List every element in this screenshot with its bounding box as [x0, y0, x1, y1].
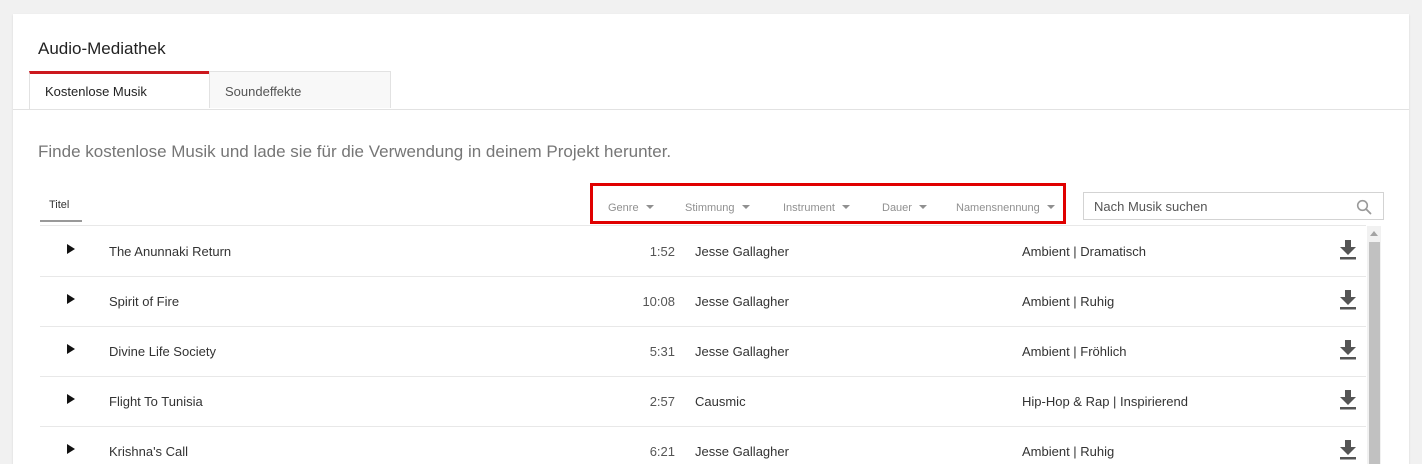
search-box — [1083, 192, 1384, 220]
filter-genre[interactable]: Genre — [608, 202, 654, 214]
track-row[interactable]: Krishna's Call 6:21 Jesse Gallagher Ambi… — [40, 426, 1366, 464]
track-artist[interactable]: Jesse Gallagher — [695, 344, 789, 359]
caret-down-icon — [841, 205, 850, 209]
track-artist[interactable]: Jesse Gallagher — [695, 244, 789, 259]
track-title: Spirit of Fire — [109, 294, 180, 309]
download-icon[interactable] — [1339, 440, 1357, 460]
scrollbar-thumb[interactable] — [1369, 242, 1380, 464]
tab-sound-effects[interactable]: Soundeffekte — [209, 71, 391, 108]
play-icon[interactable] — [67, 394, 75, 404]
filter-instrument[interactable]: Instrument — [783, 202, 850, 214]
track-duration: 6:21 — [649, 444, 675, 459]
track-artist[interactable]: Jesse Gallagher — [695, 444, 789, 459]
tab-divider — [13, 109, 1409, 110]
tab-bar: Kostenlose Musik Soundeffekte — [29, 71, 1409, 110]
caret-down-icon — [741, 205, 750, 209]
track-genre: Ambient | Fröhlich — [1022, 344, 1127, 359]
track-title: The Anunnaki Return — [109, 244, 232, 259]
filter-attribution-label: Namensnennung — [956, 202, 1040, 214]
scroll-up-arrow-icon[interactable] — [1370, 231, 1378, 236]
filter-duration-label: Dauer — [882, 202, 912, 214]
caret-down-icon — [645, 205, 654, 209]
play-icon[interactable] — [67, 344, 75, 354]
filter-duration[interactable]: Dauer — [882, 202, 927, 214]
track-title: Divine Life Society — [109, 344, 216, 359]
column-header-title[interactable]: Titel — [40, 192, 82, 222]
scrollbar[interactable] — [1367, 226, 1381, 464]
page-subtitle: Finde kostenlose Musik und lade sie für … — [38, 142, 672, 161]
download-icon[interactable] — [1339, 290, 1357, 310]
track-duration: 5:31 — [649, 344, 675, 359]
track-duration: 1:52 — [649, 244, 675, 259]
track-artist[interactable]: Jesse Gallagher — [695, 294, 789, 309]
filter-instrument-label: Instrument — [783, 202, 835, 214]
filter-bar: Genre Stimmung Instrument Dauer Namensne… — [590, 183, 1066, 224]
download-icon[interactable] — [1339, 390, 1357, 410]
search-input[interactable] — [1084, 193, 1364, 219]
track-row[interactable]: Flight To Tunisia 2:57 Causmic Hip-Hop &… — [40, 376, 1366, 427]
track-row[interactable]: Divine Life Society 5:31 Jesse Gallagher… — [40, 326, 1366, 377]
track-title: Krishna's Call — [109, 444, 189, 459]
audio-library-card: Audio-Mediathek Kostenlose Musik Soundef… — [13, 14, 1409, 464]
caret-down-icon — [1046, 205, 1055, 209]
track-title: Flight To Tunisia — [109, 394, 203, 409]
filter-mood[interactable]: Stimmung — [685, 202, 750, 214]
play-icon[interactable] — [67, 444, 75, 454]
track-duration: 10:08 — [642, 294, 675, 309]
track-genre: Ambient | Dramatisch — [1022, 244, 1147, 259]
play-icon[interactable] — [67, 294, 75, 304]
download-icon[interactable] — [1339, 340, 1357, 360]
caret-down-icon — [918, 205, 927, 209]
filter-genre-label: Genre — [608, 202, 639, 214]
track-artist[interactable]: Causmic — [695, 394, 746, 409]
track-row[interactable]: The Anunnaki Return 1:52 Jesse Gallagher… — [40, 226, 1366, 277]
filter-attribution[interactable]: Namensnennung — [956, 202, 1055, 214]
download-icon[interactable] — [1339, 240, 1357, 260]
track-genre: Hip-Hop & Rap | Inspirierend — [1022, 394, 1188, 409]
track-genre: Ambient | Ruhig — [1022, 444, 1115, 459]
track-genre: Ambient | Ruhig — [1022, 294, 1115, 309]
column-header-title-label: Titel — [49, 199, 70, 211]
search-icon[interactable] — [1356, 199, 1372, 215]
track-row[interactable]: Spirit of Fire 10:08 Jesse Gallagher Amb… — [40, 276, 1366, 327]
track-duration: 2:57 — [649, 394, 675, 409]
page-title: Audio-Mediathek — [38, 39, 166, 58]
filter-mood-label: Stimmung — [685, 202, 735, 214]
play-icon[interactable] — [67, 244, 75, 254]
tab-free-music[interactable]: Kostenlose Musik — [29, 71, 209, 110]
